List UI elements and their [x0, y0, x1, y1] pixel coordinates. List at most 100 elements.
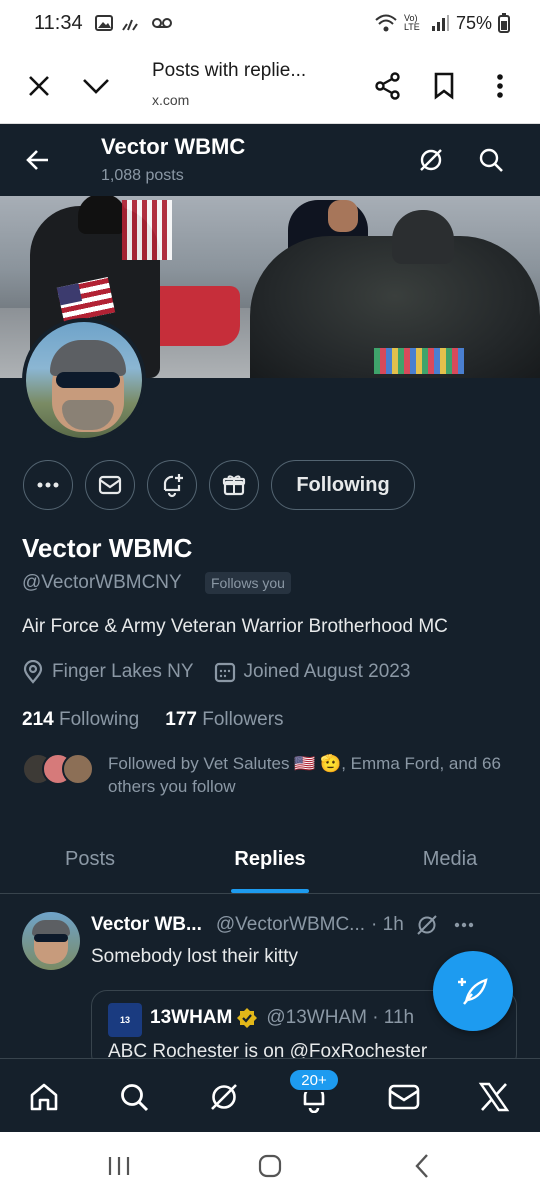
home-button[interactable]	[250, 1150, 290, 1182]
calendar-icon	[214, 662, 235, 683]
joined-text: Joined August 2023	[243, 661, 411, 682]
android-nav-bar	[0, 1132, 540, 1200]
more-options-button[interactable]	[23, 460, 73, 510]
quoted-author-name: 13WHAM	[150, 1007, 233, 1028]
more-horizontal-icon	[454, 922, 473, 928]
battery-icon	[498, 13, 510, 33]
notifications-badge: 20+	[288, 1068, 340, 1092]
profile-bio: Air Force & Army Veteran Warrior Brother…	[22, 616, 448, 637]
mail-icon	[388, 1084, 420, 1110]
profile-meta: Finger Lakes NY Joined August 2023	[22, 660, 430, 684]
profile-header: Vector WBMC 1,088 posts	[0, 124, 540, 196]
joined-item: Joined August 2023	[214, 661, 411, 683]
home-circle-icon	[258, 1154, 282, 1178]
nav-search[interactable]	[114, 1077, 154, 1117]
tweet-author-handle: @VectorWBMC...	[215, 914, 366, 935]
grok-icon	[420, 149, 442, 171]
home-icon	[30, 1083, 58, 1111]
nav-grok[interactable]	[204, 1077, 244, 1117]
back-arrow-icon	[26, 150, 48, 170]
share-icon	[375, 72, 400, 100]
nav-messages[interactable]	[384, 1077, 424, 1117]
profile-tabs: Posts Replies Media	[0, 826, 540, 894]
tab-replies[interactable]: Replies	[180, 826, 360, 893]
profile-name: Vector WBMC	[22, 533, 193, 563]
signal-off-icon	[121, 19, 138, 31]
nav-x[interactable]	[474, 1077, 514, 1117]
chevron-down-icon	[83, 79, 109, 94]
bookmark-button[interactable]	[422, 64, 466, 108]
recents-button[interactable]	[99, 1150, 139, 1182]
banner-ribbon	[374, 348, 464, 374]
following-count: 214	[22, 709, 54, 730]
bell-plus-icon	[163, 474, 183, 498]
minimize-tab-button[interactable]	[74, 64, 118, 108]
tab-url: x.com	[152, 92, 190, 108]
tab-label: Media	[422, 848, 478, 870]
tab-title: Posts with replie...	[152, 60, 307, 81]
close-icon	[29, 76, 49, 96]
custom-tab-bar: Posts with replie... x.com	[0, 46, 540, 124]
tweet-avatar-sunglasses	[34, 934, 68, 942]
followed-by-text: Followed by Vet Salutes 🇺🇸 🫡, Emma Ford,…	[108, 754, 501, 796]
mail-icon	[98, 475, 122, 495]
recents-icon	[108, 1157, 130, 1175]
status-time: 11:34	[34, 11, 83, 34]
battery-percent: 75%	[455, 12, 492, 33]
notify-button[interactable]	[147, 460, 197, 510]
tweet-header: Vector WB... @VectorWBMC... · 1h	[91, 914, 521, 936]
search-icon	[121, 1084, 149, 1112]
follower-avatar	[62, 753, 94, 785]
followed-by-avatars	[22, 753, 96, 785]
search-button[interactable]	[471, 140, 511, 180]
more-vertical-icon	[497, 74, 503, 98]
profile-actions: Following	[0, 460, 540, 512]
more-menu-button[interactable]	[478, 64, 522, 108]
share-button[interactable]	[366, 64, 410, 108]
gallery-icon	[94, 15, 113, 31]
following-button[interactable]: Following	[271, 460, 415, 510]
message-button[interactable]	[85, 460, 135, 510]
wifi-icon	[375, 14, 397, 32]
back-nav-button[interactable]	[402, 1150, 442, 1182]
profile-avatar[interactable]	[22, 318, 146, 442]
search-icon	[479, 148, 503, 172]
tab-media[interactable]: Media	[360, 826, 540, 893]
tweet-avatar[interactable]	[22, 912, 80, 970]
followers-label: Followers	[202, 709, 284, 730]
grok-icon	[211, 1084, 237, 1110]
tweet-more-button[interactable]	[454, 922, 474, 928]
followed-by[interactable]: Followed by Vet Salutes 🇺🇸 🫡, Emma Ford,…	[22, 750, 522, 800]
location-item: Finger Lakes NY	[22, 660, 194, 684]
status-bar: 11:34 Vo) LTE 75%	[0, 0, 540, 46]
tweet-grok-button[interactable]	[416, 914, 438, 936]
tab-posts[interactable]: Posts	[0, 826, 180, 893]
x-logo-icon	[478, 1082, 510, 1112]
grok-button[interactable]	[411, 140, 451, 180]
bottom-nav	[0, 1058, 540, 1132]
banner-helmet	[78, 196, 126, 234]
back-button[interactable]	[18, 140, 58, 180]
location-text: Finger Lakes NY	[52, 661, 194, 682]
more-horizontal-icon	[37, 482, 59, 488]
nav-home[interactable]	[24, 1077, 64, 1117]
banner-helmet-back	[392, 210, 454, 264]
network-type: Vo) LTE	[403, 13, 420, 32]
banner-marine-face	[328, 200, 358, 232]
gift-button[interactable]	[209, 460, 259, 510]
quoted-avatar: 13	[108, 1003, 142, 1037]
bookmark-icon	[434, 72, 454, 100]
header-name: Vector WBMC	[101, 134, 246, 159]
tweet-time: · 1h	[371, 914, 404, 935]
location-pin-icon	[23, 660, 43, 684]
followers-stat[interactable]: 177 Followers	[165, 709, 283, 731]
quoted-author-handle: @13WHAM · 11h	[266, 1007, 415, 1028]
following-label: Following	[58, 709, 140, 730]
verified-badge-icon	[237, 1008, 258, 1028]
status-right: Vo) LTE 75%	[374, 13, 510, 34]
close-tab-button[interactable]	[17, 64, 61, 108]
banner-flag	[122, 200, 172, 260]
following-stat[interactable]: 214 Following	[22, 709, 139, 731]
compose-button[interactable]	[433, 951, 513, 1031]
header-posts-count: 1,088 posts	[101, 167, 184, 184]
